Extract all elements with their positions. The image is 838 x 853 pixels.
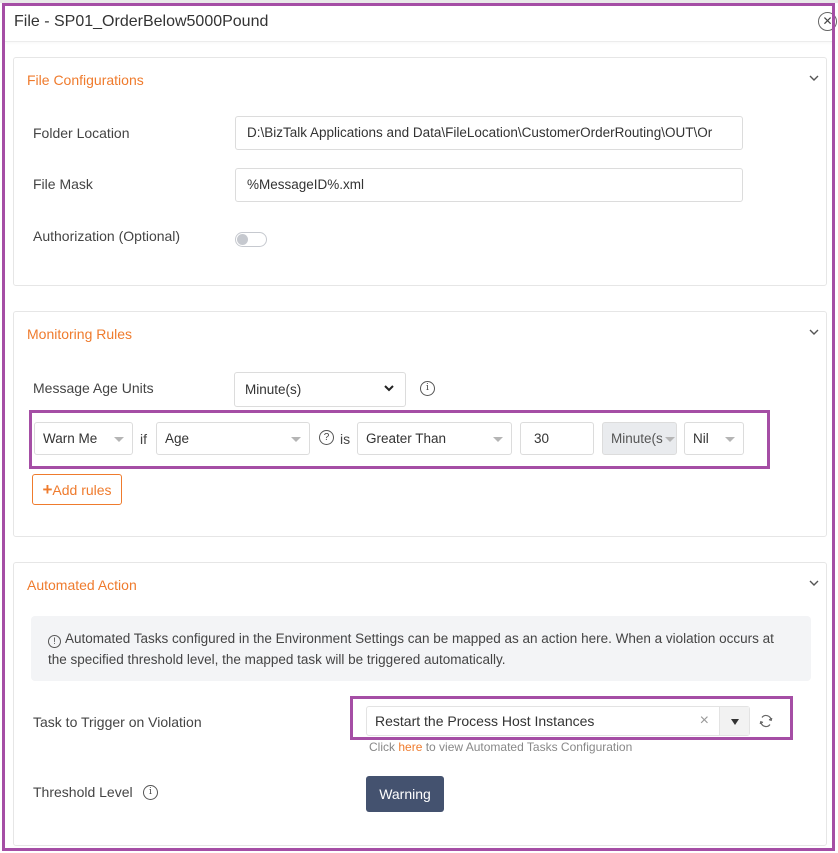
chevron-down-icon[interactable] <box>808 326 820 338</box>
threshold-value: 30 <box>534 431 550 446</box>
extra-value: Nil <box>693 431 709 446</box>
clear-icon[interactable]: × <box>700 707 709 735</box>
severity-select[interactable]: Warn Me <box>34 422 133 455</box>
info-icon[interactable]: i <box>420 381 435 396</box>
info-icon[interactable]: i <box>143 785 158 800</box>
message-age-units-label: Message Age Units <box>33 380 154 396</box>
message-age-units-select[interactable]: Minute(s) <box>234 372 406 407</box>
exclamation-circle-icon: ! <box>48 635 61 648</box>
unit-select: Minute(s <box>602 422 677 455</box>
add-rules-button[interactable]: +Add rules <box>32 474 122 505</box>
chevron-down-icon[interactable] <box>808 72 820 84</box>
dialog-title: File - SP01_OrderBelow5000Pound <box>14 13 269 30</box>
file-configurations-title[interactable]: File Configurations <box>27 72 144 88</box>
extra-select[interactable]: Nil <box>684 422 744 455</box>
caret-down-icon <box>114 437 124 442</box>
caret-down-icon <box>291 437 301 442</box>
threshold-level-label: Threshold Level <box>33 784 133 800</box>
task-select[interactable]: Restart the Process Host Instances × <box>366 706 750 736</box>
monitoring-rules-card: Monitoring Rules Message Age Units Minut… <box>13 311 827 537</box>
unit-value: Minute(s <box>611 431 663 446</box>
info-note: ! Automated Tasks configured in the Envir… <box>31 616 811 681</box>
task-label: Task to Trigger on Violation <box>33 714 202 730</box>
refresh-icon[interactable] <box>758 713 774 729</box>
authorization-toggle[interactable] <box>235 232 267 247</box>
automated-action-card: Automated Action ! Automated Tasks config… <box>13 562 827 846</box>
dropdown-toggle[interactable] <box>719 707 749 735</box>
toggle-knob <box>237 234 248 245</box>
caret-down-icon <box>665 437 675 442</box>
metric-select[interactable]: Age <box>156 422 310 455</box>
threshold-level-button[interactable]: Warning <box>366 776 444 812</box>
if-text: if <box>140 431 147 447</box>
caret-down-icon <box>731 719 739 725</box>
is-text: is <box>340 431 351 447</box>
folder-location-input[interactable]: D:\BizTalk Applications and Data\FileLoc… <box>235 116 743 150</box>
message-age-units-value: Minute(s) <box>245 382 302 397</box>
file-mask-label: File Mask <box>33 176 93 192</box>
help-suffix: to view Automated Tasks Configuration <box>425 740 633 754</box>
threshold-input[interactable]: 30 <box>520 422 594 455</box>
file-mask-input[interactable]: %MessageID%.xml <box>235 168 743 202</box>
task-help-text: Click here to view Automated Tasks Confi… <box>369 740 632 754</box>
dialog-header: File - SP01_OrderBelow5000Pound ✕ <box>5 6 837 42</box>
info-note-text: Automated Tasks configured in the Enviro… <box>48 631 774 667</box>
chevron-down-icon[interactable] <box>808 577 820 589</box>
monitoring-rules-title[interactable]: Monitoring Rules <box>27 326 132 342</box>
task-value: Restart the Process Host Instances <box>375 713 595 729</box>
plus-icon: + <box>42 480 53 499</box>
top-edge <box>0 0 838 3</box>
operator-value: Greater Than <box>366 431 447 446</box>
operator-select[interactable]: Greater Than <box>357 422 512 455</box>
chevron-down-icon <box>384 385 394 392</box>
help-icon[interactable]: ? <box>319 430 334 445</box>
close-icon[interactable]: ✕ <box>818 12 837 31</box>
severity-value: Warn Me <box>43 431 98 446</box>
caret-down-icon <box>725 437 735 442</box>
automated-action-title[interactable]: Automated Action <box>27 577 137 593</box>
here-link[interactable]: here <box>398 740 422 754</box>
add-rules-label: Add rules <box>52 482 112 498</box>
help-prefix: Click <box>369 740 395 754</box>
file-configurations-card: File Configurations Folder Location D:\B… <box>13 57 827 286</box>
caret-down-icon <box>493 437 503 442</box>
authorization-label: Authorization (Optional) <box>33 228 181 244</box>
folder-location-label: Folder Location <box>33 125 130 141</box>
metric-value: Age <box>165 431 190 446</box>
